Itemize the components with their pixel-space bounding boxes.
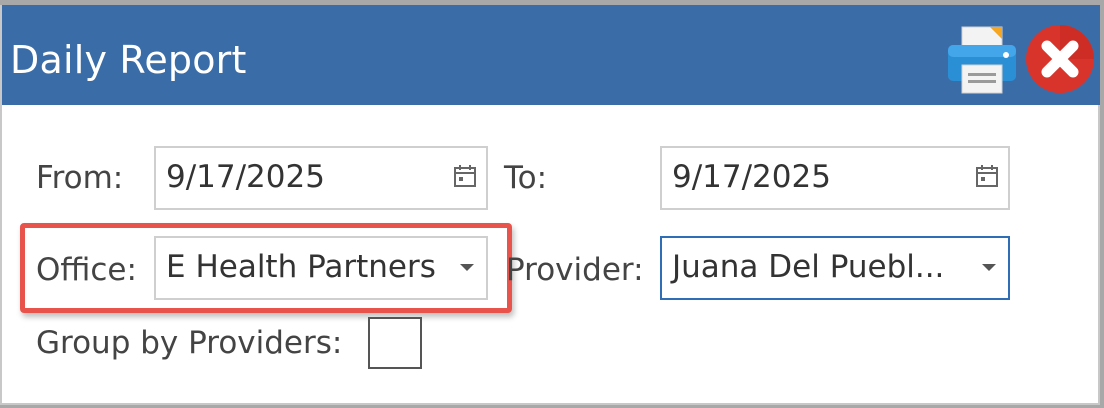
provider-dropdown[interactable]: Juana Del Puebl... <box>660 236 1010 300</box>
chevron-down-icon <box>982 264 996 271</box>
to-label: To: <box>504 160 548 196</box>
window-title: Daily Report <box>10 38 247 82</box>
printer-icon[interactable] <box>946 25 1020 95</box>
title-bar: Daily Report <box>2 5 1100 105</box>
to-date-field[interactable]: 9/17/2025 <box>660 146 1010 210</box>
close-icon[interactable] <box>1024 23 1096 95</box>
to-date-value: 9/17/2025 <box>672 159 831 195</box>
chevron-down-icon <box>460 264 474 271</box>
from-date-value: 9/17/2025 <box>166 159 325 195</box>
from-date-field[interactable]: 9/17/2025 <box>154 146 488 210</box>
group-by-providers-label: Group by Providers: <box>36 325 343 361</box>
from-label: From: <box>36 160 124 196</box>
office-dropdown[interactable]: E Health Partners <box>154 236 488 300</box>
group-by-providers-checkbox[interactable] <box>368 317 422 369</box>
office-value: E Health Partners <box>166 249 436 285</box>
daily-report-window: Daily Report From: 9/17/2025 To: 9/17/20… <box>0 5 1100 405</box>
calendar-icon[interactable] <box>454 164 476 188</box>
provider-label: Provider: <box>506 252 644 288</box>
office-label: Office: <box>36 252 137 288</box>
provider-value: Juana Del Puebl... <box>672 249 945 285</box>
calendar-icon[interactable] <box>976 164 998 188</box>
